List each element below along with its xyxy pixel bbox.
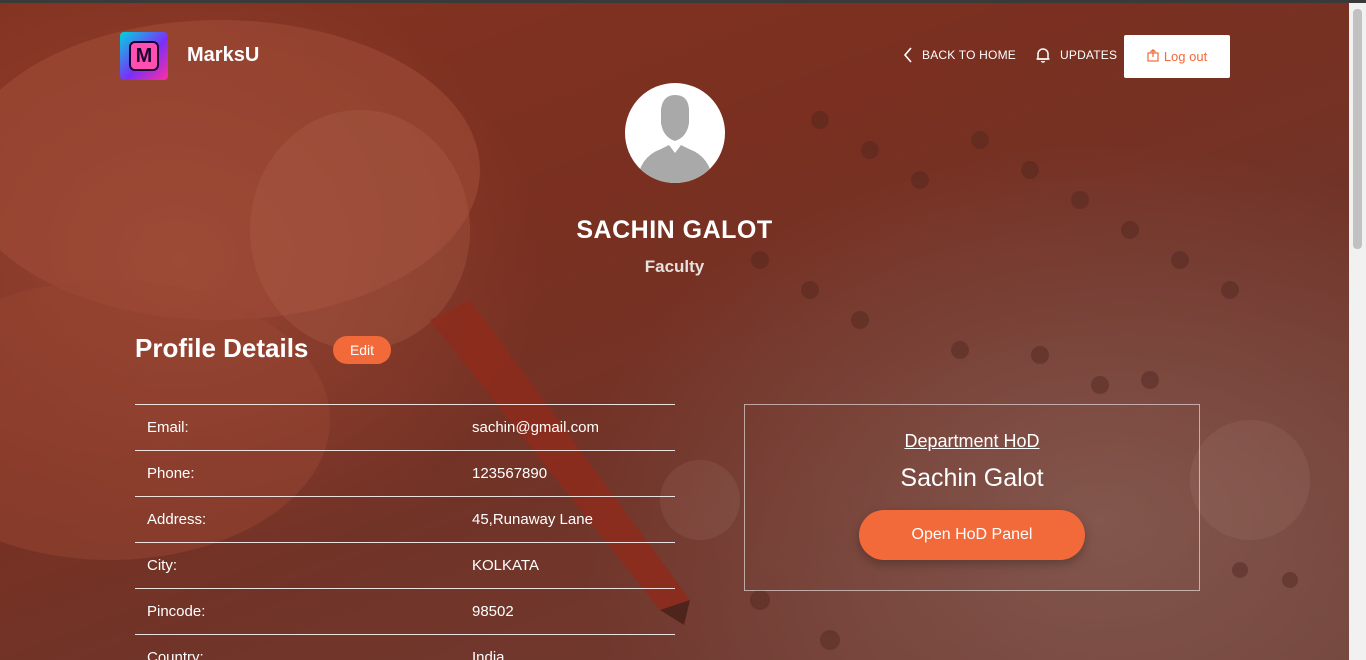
back-to-home-label: BACK TO HOME: [922, 48, 1016, 62]
details-value: sachin@gmail.com: [472, 419, 599, 436]
details-row-city: City: KOLKATA: [135, 543, 675, 589]
details-value: 98502: [472, 603, 514, 620]
profile-role: Faculty: [644, 257, 705, 276]
marksu-logo[interactable]: M: [120, 32, 168, 80]
details-value: 45,Runaway Lane: [472, 511, 593, 528]
details-label: Phone:: [147, 465, 195, 482]
details-value: India: [472, 649, 505, 660]
edit-button[interactable]: Edit: [333, 336, 391, 364]
scrollbar-thumb[interactable]: [1353, 9, 1362, 249]
avatar: [625, 83, 725, 183]
logout-label: Log out: [1163, 49, 1208, 64]
chevron-left-icon: [902, 46, 914, 64]
hod-label-link[interactable]: Department HoD: [745, 431, 1199, 452]
details-row-pincode: Pincode: 98502: [135, 589, 675, 635]
brand-name[interactable]: MarksU: [187, 44, 259, 67]
details-value: 123567890: [472, 465, 548, 482]
details-value: KOLKATA: [472, 557, 539, 574]
details-row-email: Email: sachin@gmail.com: [135, 405, 675, 451]
updates-link[interactable]: UPDATES: [1034, 46, 1117, 64]
details-label: Pincode:: [147, 603, 206, 620]
details-label: Country:: [147, 649, 204, 660]
details-label: Email:: [147, 419, 189, 436]
hod-card: Department HoD Sachin Galot Open HoD Pan…: [744, 404, 1200, 591]
open-hod-panel-button[interactable]: Open HoD Panel: [859, 510, 1085, 560]
logout-button[interactable]: Log out: [1124, 35, 1230, 78]
page-scrollbar[interactable]: [1349, 3, 1366, 660]
details-row-address: Address: 45,Runaway Lane: [135, 497, 675, 543]
details-label: City:: [147, 557, 177, 574]
updates-label: UPDATES: [1060, 48, 1118, 62]
logout-icon: [1147, 48, 1159, 65]
details-row-country: Country: India: [135, 635, 675, 660]
details-label: Address:: [147, 511, 207, 528]
back-to-home-link[interactable]: BACK TO HOME: [902, 46, 1016, 64]
profile-name: SACHIN GALOT: [576, 216, 773, 244]
profile-details-title: Profile Details: [135, 333, 309, 363]
browser-top-line: [0, 0, 1366, 3]
profile-details-table: Email: sachin@gmail.com Phone: 123567890…: [135, 404, 675, 660]
hod-name: Sachin Galot: [900, 464, 1044, 492]
details-row-phone: Phone: 123567890: [135, 451, 675, 497]
bell-icon: [1034, 46, 1052, 64]
logo-letter: M: [135, 45, 153, 67]
user-silhouette-icon: [637, 95, 713, 183]
